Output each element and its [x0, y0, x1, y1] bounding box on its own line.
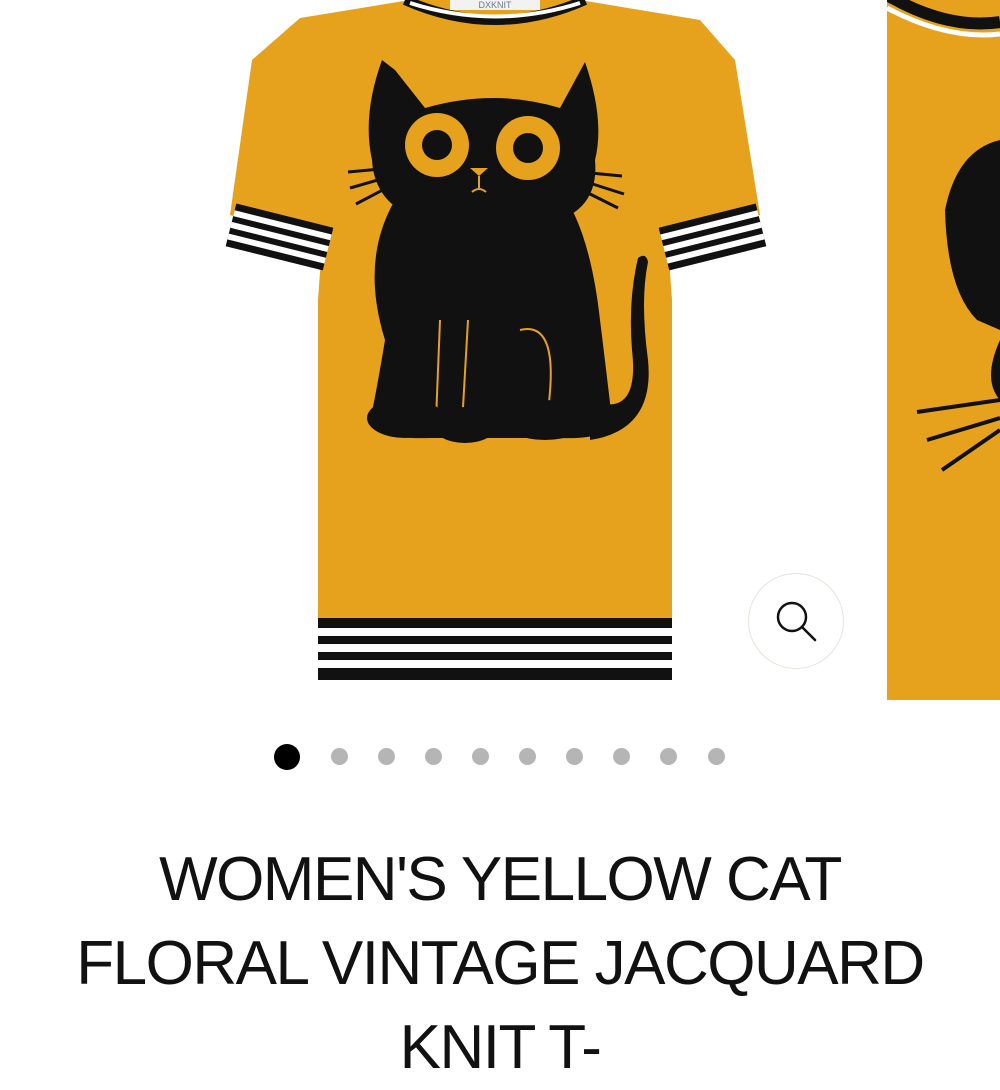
pagination-dot-9[interactable] — [660, 748, 677, 765]
pagination-dot-1[interactable] — [274, 744, 300, 770]
product-image-next-preview[interactable] — [887, 0, 1000, 700]
product-image-main[interactable]: DXKNIT — [0, 0, 870, 705]
pagination-dot-8[interactable] — [613, 748, 630, 765]
pagination-dot-7[interactable] — [566, 748, 583, 765]
knit-closeup-image — [887, 0, 1000, 700]
product-image-gallery[interactable]: DXKNIT — [0, 0, 1000, 705]
gallery-pagination — [0, 738, 1000, 776]
zoom-button[interactable] — [748, 573, 844, 669]
bottom-hem — [318, 618, 672, 680]
product-title: WOMEN'S YELLOW CAT FLORAL VINTAGE JACQUA… — [76, 845, 925, 1082]
search-icon — [776, 601, 817, 642]
pagination-dot-6[interactable] — [519, 748, 536, 765]
pagination-dot-5[interactable] — [472, 748, 489, 765]
pagination-dot-3[interactable] — [378, 748, 395, 765]
pagination-dot-4[interactable] — [425, 748, 442, 765]
knit-tshirt-image: DXKNIT — [225, 0, 767, 680]
pagination-dot-10[interactable] — [708, 748, 725, 765]
pagination-dot-2[interactable] — [331, 748, 348, 765]
neck-label-text: DXKNIT — [478, 0, 512, 10]
